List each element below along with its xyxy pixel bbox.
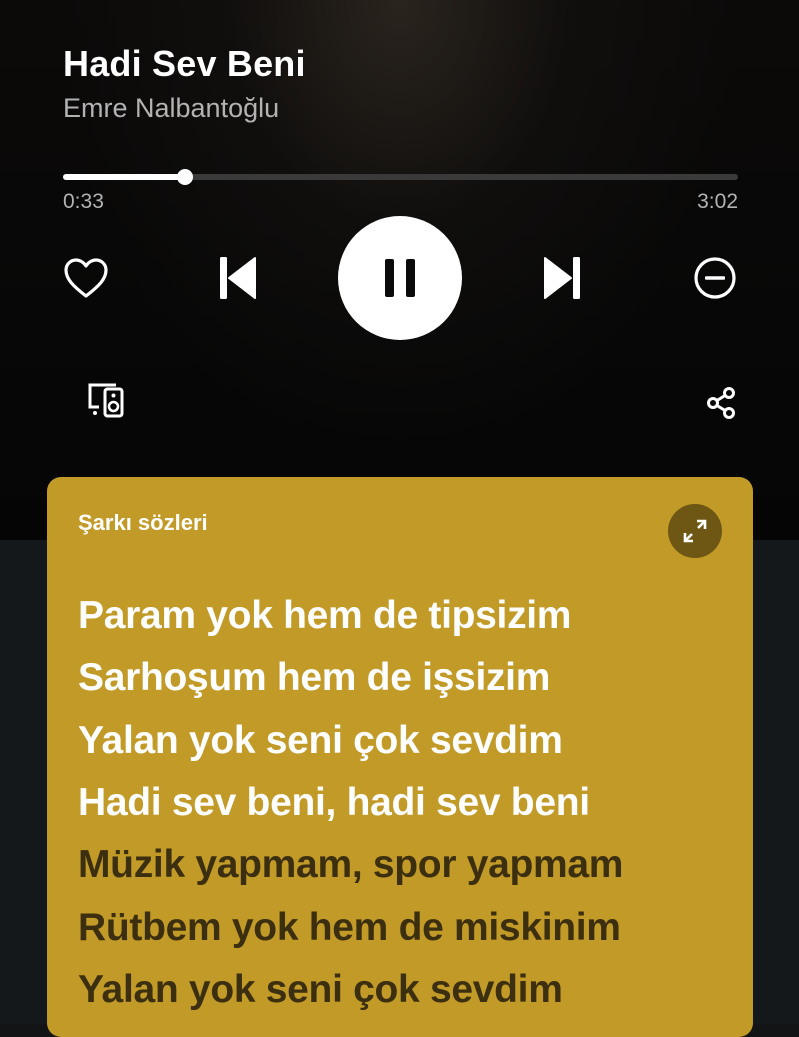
track-artist[interactable]: Emre Nalbantoğlu xyxy=(63,93,279,124)
play-pause-button[interactable] xyxy=(338,216,462,340)
lyric-line[interactable]: Yalan yok seni çok sevdim xyxy=(78,968,563,1012)
pause-icon xyxy=(385,259,415,297)
expand-lyrics-button[interactable] xyxy=(668,504,722,558)
skip-previous-icon xyxy=(220,257,256,299)
share-button[interactable] xyxy=(702,384,740,422)
connect-devices-button[interactable] xyxy=(84,378,130,422)
hide-song-button[interactable] xyxy=(690,253,740,303)
total-time: 3:02 xyxy=(697,190,738,213)
lyric-line[interactable]: Yalan yok seni çok sevdim xyxy=(78,719,563,763)
connect-devices-icon xyxy=(88,383,124,418)
track-title[interactable]: Hadi Sev Beni xyxy=(63,43,306,85)
expand-icon xyxy=(683,519,707,543)
previous-button[interactable] xyxy=(210,252,264,304)
lyric-line[interactable]: Rütbem yok hem de miskinim xyxy=(78,906,621,950)
like-button[interactable] xyxy=(60,252,112,304)
elapsed-time: 0:33 xyxy=(63,190,104,213)
minus-circle-icon xyxy=(694,257,736,299)
next-button[interactable] xyxy=(536,252,590,304)
heart-outline-icon xyxy=(64,258,108,298)
lyric-line[interactable]: Sarhoşum hem de işsizim xyxy=(78,656,550,700)
lyric-line[interactable]: Müzik yapmam, spor yapmam xyxy=(78,843,623,887)
share-icon xyxy=(707,387,735,419)
lyric-line[interactable]: Param yok hem de tipsizim xyxy=(78,594,571,638)
progress-bar[interactable] xyxy=(63,169,738,185)
progress-fill xyxy=(63,174,186,180)
lyric-line[interactable]: Hadi sev beni, hadi sev beni xyxy=(78,781,590,825)
lyrics-card[interactable]: Şarkı sözleri Param yok hem de tipsizim S… xyxy=(47,477,753,1037)
lyrics-header: Şarkı sözleri xyxy=(78,510,208,535)
skip-next-icon xyxy=(544,257,580,299)
